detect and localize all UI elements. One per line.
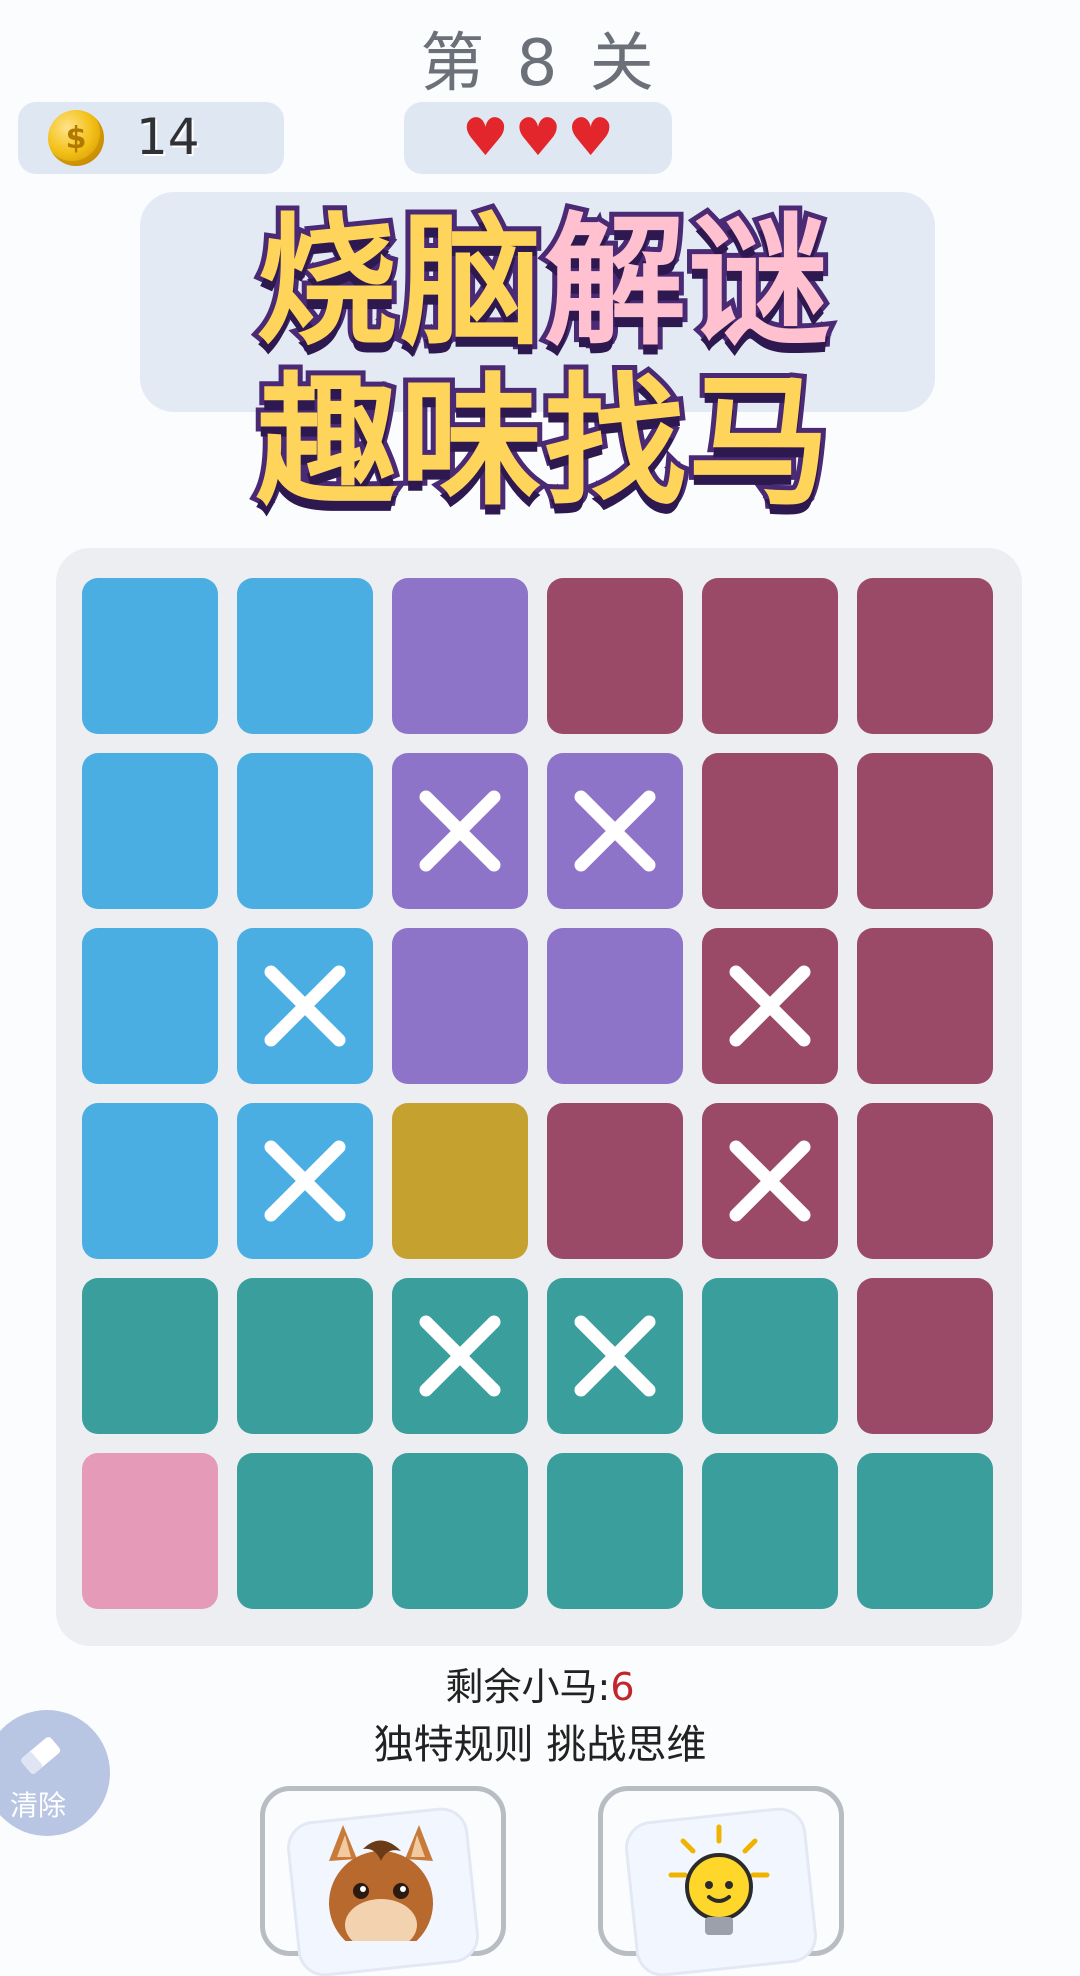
board-cell[interactable] xyxy=(702,1103,838,1259)
board-cell[interactable] xyxy=(82,928,218,1084)
board-cell[interactable] xyxy=(237,578,373,734)
coin-icon: $ xyxy=(48,110,104,166)
board-cell[interactable] xyxy=(547,753,683,909)
board-cell[interactable] xyxy=(702,1278,838,1434)
remaining-count: 6 xyxy=(610,1665,635,1709)
x-mark-icon xyxy=(264,965,346,1047)
board-cell[interactable] xyxy=(547,1103,683,1259)
lightbulb-hint-card[interactable] xyxy=(598,1786,844,1976)
board-cell[interactable] xyxy=(857,753,993,909)
remaining-label: 剩余小马: xyxy=(445,1665,611,1709)
board-cell[interactable] xyxy=(392,1453,528,1609)
board-cell[interactable] xyxy=(392,928,528,1084)
slogan: 独特规则 挑战思维 xyxy=(373,1722,707,1768)
x-mark-icon xyxy=(574,790,656,872)
board-cell[interactable] xyxy=(237,928,373,1084)
board-cell[interactable] xyxy=(857,1453,993,1609)
board-cell[interactable] xyxy=(702,1453,838,1609)
board-cell[interactable] xyxy=(82,578,218,734)
coin-counter: $ 14 xyxy=(18,102,284,174)
board-cell[interactable] xyxy=(547,1278,683,1434)
puzzle-board xyxy=(56,548,1022,1646)
x-mark-icon xyxy=(729,1140,811,1222)
horse-icon xyxy=(329,1825,433,1941)
banner-line-2: 趣味找马 xyxy=(251,355,835,530)
board-cell[interactable] xyxy=(82,1103,218,1259)
heart-icon: ♥ xyxy=(567,108,614,168)
clear-label: 清除 xyxy=(10,1789,67,1822)
lightbulb-icon xyxy=(668,1824,770,1935)
heart-icon: ♥ xyxy=(462,108,509,168)
board-cell[interactable] xyxy=(857,928,993,1084)
board-cell[interactable] xyxy=(82,753,218,909)
board-cell[interactable] xyxy=(702,928,838,1084)
board-cell[interactable] xyxy=(237,1453,373,1609)
board-cell[interactable] xyxy=(82,1278,218,1434)
level-title: 第 8 关 xyxy=(420,27,660,101)
board-cell[interactable] xyxy=(392,753,528,909)
board-cell[interactable] xyxy=(857,578,993,734)
board-cell[interactable] xyxy=(82,1453,218,1609)
horse-hint-card[interactable] xyxy=(260,1786,506,1976)
coin-count: 14 xyxy=(136,108,200,166)
board-cell[interactable] xyxy=(237,1103,373,1259)
x-mark-icon xyxy=(419,1315,501,1397)
x-mark-icon xyxy=(419,790,501,872)
heart-icon: ♥ xyxy=(514,108,562,168)
board-cell[interactable] xyxy=(857,1278,993,1434)
x-mark-icon xyxy=(574,1315,656,1397)
x-mark-icon xyxy=(729,965,811,1047)
eraser-icon xyxy=(21,1737,61,1775)
board-cell[interactable] xyxy=(392,1103,528,1259)
board-cell[interactable] xyxy=(547,578,683,734)
board-cell[interactable] xyxy=(237,1278,373,1434)
game-title-banner: 烧脑解谜 趣味找马 xyxy=(224,166,864,530)
board-cell[interactable] xyxy=(547,928,683,1084)
board-cell[interactable] xyxy=(392,578,528,734)
board-cell[interactable] xyxy=(392,1278,528,1434)
lives-indicator: ♥ ♥ ♥ xyxy=(404,102,672,174)
board-cell[interactable] xyxy=(237,753,373,909)
board-cell[interactable] xyxy=(702,578,838,734)
remaining-horses: 剩余小马:6 xyxy=(0,1656,1080,1711)
board-cell[interactable] xyxy=(702,753,838,909)
board-cell[interactable] xyxy=(857,1103,993,1259)
x-mark-icon xyxy=(264,1140,346,1222)
board-cell[interactable] xyxy=(547,1453,683,1609)
